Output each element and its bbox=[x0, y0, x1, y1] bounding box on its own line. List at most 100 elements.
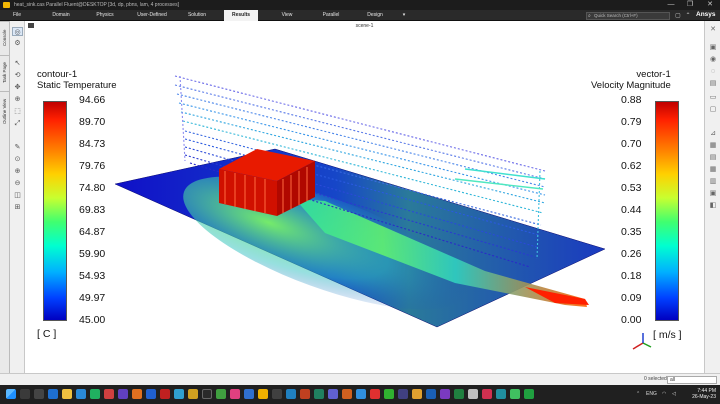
menu-design[interactable]: Design bbox=[358, 10, 392, 21]
app-icon[interactable] bbox=[468, 389, 478, 399]
app-icon[interactable] bbox=[328, 389, 338, 399]
spotify-icon[interactable] bbox=[90, 389, 100, 399]
arrow-cursor-icon[interactable]: ↖ bbox=[12, 59, 23, 68]
lights-icon[interactable]: ◌ bbox=[708, 67, 718, 76]
window-icon[interactable]: ▣ bbox=[708, 189, 718, 198]
velocity-tick: 0.62 bbox=[621, 160, 642, 172]
quick-search-input[interactable]: ⌕ Quick Search (Ctrl+F) bbox=[586, 12, 670, 20]
layout-icon[interactable]: ▥ bbox=[708, 177, 718, 186]
status-bar: 0 selected all bbox=[0, 373, 720, 385]
file-explorer-icon[interactable] bbox=[62, 389, 72, 399]
temperature-tick: 74.80 bbox=[79, 182, 106, 194]
excel-icon[interactable] bbox=[524, 389, 534, 399]
close-button[interactable]: ✕ bbox=[703, 0, 717, 10]
app-icon[interactable] bbox=[510, 389, 520, 399]
side-tabs: Outline View Task Page Console bbox=[0, 21, 10, 373]
start-icon[interactable] bbox=[6, 389, 16, 399]
app-icon[interactable] bbox=[440, 389, 450, 399]
vector-highlights bbox=[454, 168, 546, 190]
selection-filter-select[interactable]: all bbox=[667, 376, 717, 384]
app-icon[interactable] bbox=[482, 389, 492, 399]
app-icon[interactable] bbox=[202, 389, 212, 399]
zoom-in-icon[interactable]: ⊕ bbox=[12, 95, 23, 104]
edge-icon[interactable] bbox=[48, 389, 58, 399]
app-icon[interactable] bbox=[286, 389, 296, 399]
camera-icon[interactable]: ◉ bbox=[708, 55, 718, 64]
save-picture-icon[interactable]: ▤ bbox=[708, 79, 718, 88]
menu-domain[interactable]: Domain bbox=[44, 10, 78, 21]
search-icon: ⌕ bbox=[588, 13, 591, 19]
app-icon[interactable] bbox=[370, 389, 380, 399]
zoom-in-tool-icon[interactable]: ⊕ bbox=[12, 167, 23, 176]
probe-icon[interactable]: ✎ bbox=[12, 143, 23, 152]
close-scene-icon[interactable]: ✕ bbox=[708, 25, 718, 34]
menu-file[interactable]: File bbox=[4, 10, 30, 21]
app-icon[interactable] bbox=[244, 389, 254, 399]
clock[interactable]: 7:44 PM 26-May-23 bbox=[688, 388, 716, 400]
app-icon[interactable] bbox=[174, 389, 184, 399]
app-icon[interactable] bbox=[104, 389, 114, 399]
pointer-icon[interactable]: ◎ bbox=[12, 27, 23, 36]
volume-icon[interactable]: ◁ bbox=[672, 391, 676, 397]
zoom-out-icon[interactable]: ⊖ bbox=[12, 179, 23, 188]
ansys-taskbar-icon[interactable] bbox=[258, 389, 268, 399]
app-icon[interactable] bbox=[160, 389, 170, 399]
fit-icon[interactable]: ⤢ bbox=[12, 119, 23, 128]
app-icon[interactable] bbox=[342, 389, 352, 399]
help-icon[interactable]: ▢ bbox=[674, 12, 682, 20]
menu-solution[interactable]: Solution bbox=[180, 10, 214, 21]
app-icon[interactable] bbox=[426, 389, 436, 399]
app-icon[interactable] bbox=[454, 389, 464, 399]
chart-icon[interactable]: ⊿ bbox=[708, 129, 718, 138]
app-icon[interactable] bbox=[384, 389, 394, 399]
temperature-tick: 94.66 bbox=[79, 94, 106, 106]
tab-outline-view[interactable]: Outline View bbox=[0, 91, 10, 131]
rotate-icon[interactable]: ⟲ bbox=[12, 71, 23, 80]
store-icon[interactable] bbox=[76, 389, 86, 399]
report-icon[interactable]: ▦ bbox=[708, 141, 718, 150]
minimize-button[interactable]: — bbox=[664, 0, 678, 10]
split-icon[interactable]: ◧ bbox=[708, 201, 718, 210]
ribbon-dropdown-icon[interactable]: ▾ bbox=[398, 10, 410, 21]
tray-chevron-icon[interactable]: ⌃ bbox=[636, 391, 640, 397]
app-icon[interactable] bbox=[314, 389, 324, 399]
app-icon[interactable] bbox=[272, 389, 282, 399]
menu-physics[interactable]: Physics bbox=[88, 10, 122, 21]
task-view-icon[interactable] bbox=[34, 389, 44, 399]
tab-task-page[interactable]: Task Page bbox=[0, 55, 10, 89]
app-icon[interactable] bbox=[118, 389, 128, 399]
app-icon[interactable] bbox=[146, 389, 156, 399]
graphics-window[interactable]: scene-1 contour-1 Static Temperature 94.… bbox=[25, 21, 704, 373]
pan-icon[interactable]: ✥ bbox=[12, 83, 23, 92]
copy-icon[interactable]: ▢ bbox=[708, 105, 718, 114]
app-icon[interactable] bbox=[356, 389, 366, 399]
menu-parallel[interactable]: Parallel bbox=[314, 10, 348, 21]
app-icon[interactable] bbox=[132, 389, 142, 399]
menu-view[interactable]: View bbox=[270, 10, 304, 21]
language-indicator[interactable]: ENG bbox=[646, 391, 657, 397]
app-icon[interactable] bbox=[496, 389, 506, 399]
zoom-box-icon[interactable]: ⬚ bbox=[12, 107, 23, 116]
lock-icon[interactable]: ▣ bbox=[708, 43, 718, 52]
view-icon[interactable]: ⊞ bbox=[12, 203, 23, 212]
temperature-legend-title: contour-1 Static Temperature bbox=[37, 69, 117, 91]
fit-to-window-icon[interactable]: ⊙ bbox=[12, 155, 23, 164]
tab-console[interactable]: Console bbox=[0, 21, 10, 53]
grid-icon[interactable]: ▦ bbox=[708, 165, 718, 174]
restore-button[interactable]: ❐ bbox=[683, 0, 697, 10]
menu-results[interactable]: Results bbox=[224, 10, 258, 21]
gear-icon[interactable]: ⚙ bbox=[12, 39, 23, 48]
chevron-up-icon[interactable]: ⌃ bbox=[684, 12, 692, 20]
app-icon[interactable] bbox=[412, 389, 422, 399]
folder-icon[interactable]: ▭ bbox=[708, 93, 718, 102]
wifi-icon[interactable]: ◠ bbox=[662, 391, 666, 397]
app-icon[interactable] bbox=[216, 389, 226, 399]
search-taskbar-icon[interactable] bbox=[20, 389, 30, 399]
app-icon[interactable] bbox=[398, 389, 408, 399]
menu-user-defined[interactable]: User-Defined bbox=[130, 10, 174, 21]
app-icon[interactable] bbox=[188, 389, 198, 399]
isometric-icon[interactable]: ◫ bbox=[12, 191, 23, 200]
app-icon[interactable] bbox=[230, 389, 240, 399]
table-icon[interactable]: ▤ bbox=[708, 153, 718, 162]
app-icon[interactable] bbox=[300, 389, 310, 399]
